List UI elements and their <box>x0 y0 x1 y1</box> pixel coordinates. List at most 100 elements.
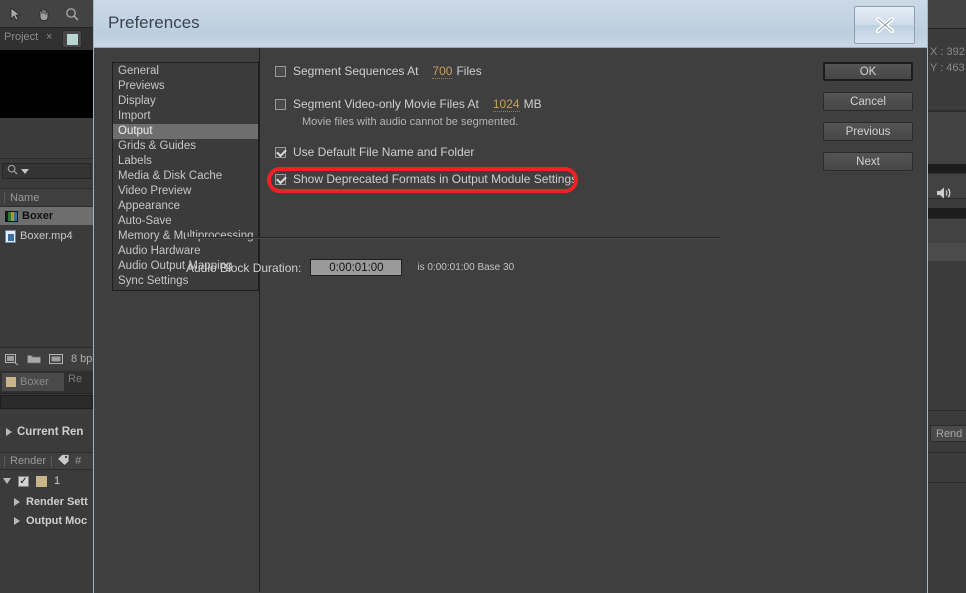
audio-block-duration-suffix: is 0:00:01:00 Base 30 <box>417 262 515 273</box>
file-icon <box>5 229 16 243</box>
tab-render-queue[interactable]: Re <box>68 373 82 385</box>
screen: Project × Name Boxer Boxer.mp4 8 bp Boxe… <box>0 0 966 593</box>
preferences-category-labels[interactable]: Labels <box>113 154 258 169</box>
output-module-label: Output Moc <box>26 515 88 527</box>
project-item-boxer[interactable]: Boxer <box>0 207 93 225</box>
project-item-label: Boxer.mp4 <box>20 230 73 242</box>
new-composition-icon[interactable] <box>5 353 19 365</box>
show-deprecated-formats-row: Show Deprecated Formats in Output Module… <box>275 170 820 188</box>
rail-divider-2 <box>928 410 966 411</box>
preferences-category-import[interactable]: Import <box>113 109 258 124</box>
segment-sequences-value[interactable]: 700 <box>432 64 453 79</box>
dialog-title-bar: Preferences <box>94 0 927 48</box>
disclosure-triangle-icon[interactable] <box>14 498 20 506</box>
label-color-swatch[interactable] <box>36 475 47 487</box>
disclosure-triangle-icon[interactable] <box>6 428 12 436</box>
project-preview-area <box>0 50 93 118</box>
preferences-category-output[interactable]: Output <box>113 124 258 139</box>
close-tab-icon[interactable]: × <box>46 31 52 43</box>
tools-toolbar <box>0 0 93 28</box>
segment-sequences-checkbox[interactable] <box>275 65 286 77</box>
preferences-category-previews[interactable]: Previews <box>113 79 258 94</box>
section-divider <box>186 237 719 239</box>
output-settings-panel: Segment Sequences At 700 Files Segment V… <box>275 62 820 188</box>
preferences-category-sync-settings[interactable]: Sync Settings <box>113 274 258 289</box>
preferences-category-appearance[interactable]: Appearance <box>113 199 258 214</box>
project-tab-label[interactable]: Project <box>4 31 38 43</box>
preferences-category-auto-save[interactable]: Auto-Save <box>113 214 258 229</box>
hand-icon[interactable] <box>35 5 53 23</box>
render-settings-label: Render Sett <box>26 496 88 508</box>
right-toolbar-strip <box>928 0 966 29</box>
column-header-name[interactable]: Name <box>10 192 39 204</box>
column-header-render[interactable]: Render <box>10 455 46 467</box>
search-icon <box>7 164 18 178</box>
render-row-number: 1 <box>54 475 61 487</box>
project-search-input[interactable] <box>2 163 91 179</box>
use-default-file-name-label: Use Default File Name and Folder <box>293 145 475 159</box>
project-color-swatch[interactable] <box>62 30 82 48</box>
preferences-category-grids-guides[interactable]: Grids & Guides <box>113 139 258 154</box>
preferences-category-general[interactable]: General <box>113 64 258 79</box>
segment-video-only-checkbox[interactable] <box>275 98 286 110</box>
next-button[interactable]: Next <box>823 152 913 171</box>
dialog-vertical-divider <box>259 48 260 592</box>
selection-arrow-icon[interactable] <box>7 5 25 23</box>
comp-swatch-icon <box>6 377 16 387</box>
tab-boxer-label: Boxer <box>20 376 49 388</box>
output-module-row[interactable]: Output Moc <box>0 512 93 530</box>
project-settings-icon[interactable] <box>49 353 63 365</box>
rail-divider-4 <box>928 482 966 483</box>
dialog-body: General Previews Display Import Output Grids … <box>94 48 927 592</box>
preferences-category-media-disk-cache[interactable]: Media & Disk Cache <box>113 169 258 184</box>
zoom-icon[interactable] <box>63 5 81 23</box>
column-header-hash[interactable]: # <box>75 455 81 467</box>
segment-sequences-row: Segment Sequences At 700 Files <box>275 62 820 80</box>
segment-note: Movie files with audio cannot be segment… <box>302 116 519 128</box>
project-item-boxer-mp4[interactable]: Boxer.mp4 <box>0 227 93 245</box>
show-deprecated-formats-checkbox[interactable] <box>275 173 286 185</box>
render-queue-tab-bar: Boxer Re <box>0 371 93 394</box>
segment-video-only-value[interactable]: 1024 <box>492 97 520 112</box>
rail-slab <box>928 243 966 261</box>
disclosure-triangle-icon[interactable] <box>14 517 20 525</box>
right-panel-column: X : 392 Y : 463 Rend <box>928 0 966 593</box>
segment-sequences-label: Segment Sequences At <box>293 64 419 78</box>
dialog-button-group: OK Cancel Previous Next <box>823 62 913 182</box>
ok-button[interactable]: OK <box>823 62 913 81</box>
chevron-down-icon[interactable] <box>21 168 29 174</box>
cancel-button[interactable]: Cancel <box>823 92 913 111</box>
audio-block-duration-row: Audio Block Duration: 0:00:01:00 is 0:00… <box>186 259 514 276</box>
audio-block-duration-input[interactable]: 0:00:01:00 <box>310 259 403 276</box>
label-tag-icon[interactable] <box>57 453 70 469</box>
project-info-area <box>0 118 93 159</box>
speaker-icon[interactable] <box>936 186 953 203</box>
render-enabled-checkbox[interactable]: ✓ <box>18 475 29 487</box>
segment-sequences-unit: Files <box>456 64 482 78</box>
new-folder-icon[interactable] <box>27 353 41 364</box>
render-queue-column-header: Render # <box>0 452 93 470</box>
cursor-coordinates: X : 392 Y : 463 <box>930 44 965 76</box>
preferences-category-video-preview[interactable]: Video Preview <box>113 184 258 199</box>
use-default-file-name-checkbox[interactable] <box>275 146 286 158</box>
preferences-category-display[interactable]: Display <box>113 94 258 109</box>
bit-depth-label[interactable]: 8 bp <box>71 353 92 365</box>
tab-boxer[interactable]: Boxer <box>2 373 64 391</box>
coordinate-x: X : 392 <box>930 46 965 58</box>
disclosure-triangle-icon[interactable] <box>3 478 11 484</box>
rail-strip-dark-2 <box>928 208 966 218</box>
current-render-label: Current Ren <box>17 426 84 438</box>
render-queue-row[interactable]: ✓ 1 <box>0 472 93 490</box>
preferences-dialog: Preferences General Previews Display Import… <box>93 0 928 593</box>
current-render-section[interactable]: Current Ren <box>0 422 93 442</box>
segment-video-only-row: Segment Video-only Movie Files At 1024 M… <box>275 95 820 113</box>
close-button[interactable] <box>854 6 915 44</box>
render-settings-row[interactable]: Render Sett <box>0 493 93 511</box>
left-panel-column: Project × Name Boxer Boxer.mp4 8 bp Boxe… <box>0 0 93 593</box>
preferences-category-audio-hardware[interactable]: Audio Hardware <box>113 244 258 259</box>
segment-video-only-unit: MB <box>523 97 542 111</box>
rail-divider-3 <box>928 452 966 453</box>
previous-button[interactable]: Previous <box>823 122 913 141</box>
close-icon <box>875 16 894 34</box>
render-button[interactable]: Rend <box>930 425 966 442</box>
